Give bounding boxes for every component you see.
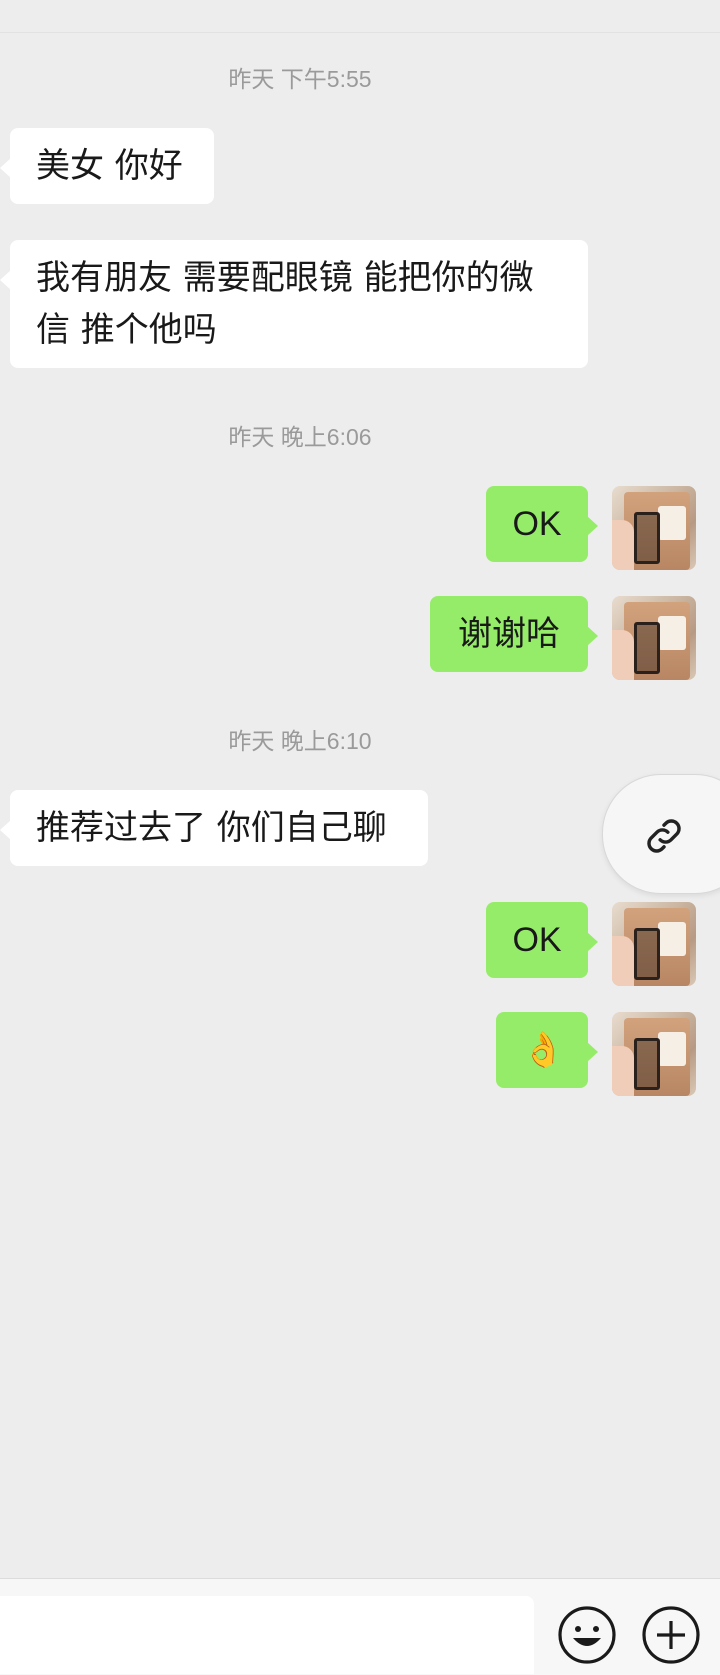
sent-message[interactable]: OK [486,902,598,978]
received-message[interactable]: 美女 你好 [0,128,214,204]
received-message[interactable]: 推荐过去了 你们自己聊 [0,790,428,866]
top-divider [0,0,720,33]
sent-message[interactable]: OK [486,486,598,562]
sent-emoji-message[interactable]: 👌 [496,1012,598,1088]
message-input[interactable] [0,1596,534,1674]
avatar[interactable] [612,1012,696,1096]
link-icon [647,819,681,853]
floating-link-button[interactable] [602,774,720,894]
avatar[interactable] [612,596,696,680]
plus-circle-icon[interactable] [640,1604,702,1666]
avatar[interactable] [612,486,696,570]
smiley-icon[interactable] [556,1604,618,1666]
timestamp: 昨天 晚上6:10 [228,728,372,754]
timestamp: 昨天 下午5:55 [228,66,372,92]
received-message[interactable]: 我有朋友 需要配眼镜 能把你的微信 推个他吗 [0,240,588,368]
timestamp: 昨天 晚上6:06 [228,424,372,450]
sent-message[interactable]: 谢谢哈 [430,596,598,672]
avatar[interactable] [612,902,696,986]
